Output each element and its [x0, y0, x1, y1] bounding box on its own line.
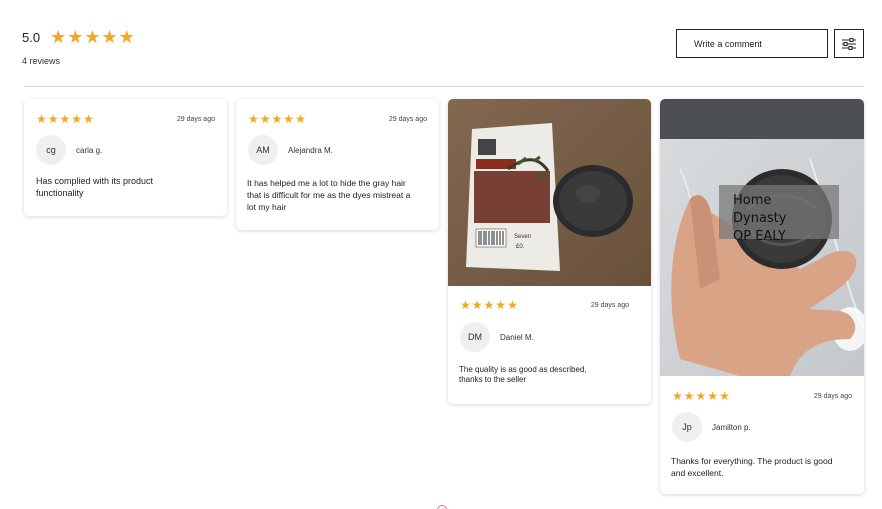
star-icon: ★	[67, 27, 84, 47]
rating-summary: 5.0 ★ ★ ★ ★ ★ 4 reviews	[22, 28, 136, 66]
review-stars: ★ ★ ★ ★ ★	[672, 390, 731, 402]
star-icon: ★	[248, 112, 259, 126]
average-rating: 5.0	[22, 29, 41, 45]
review-card[interactable]: Home Dynasty OP EALY ★ ★ ★ ★ ★ 29 days ago J…	[660, 99, 864, 494]
avatar: Jp	[672, 412, 702, 442]
write-comment-button[interactable]: Write a comment	[676, 29, 828, 58]
star-icon: ★	[471, 298, 483, 312]
star-icon: ★	[83, 112, 94, 126]
star-icon: ★	[50, 27, 67, 47]
review-stars: ★ ★ ★ ★ ★	[36, 113, 95, 125]
reviewer-name: Alejandra M.	[288, 145, 333, 155]
star-icon: ★	[47, 112, 59, 126]
reviewer: AM Alejandra M.	[248, 135, 333, 165]
star-icon: ★	[483, 298, 495, 312]
review-photo[interactable]: Home Dynasty OP EALY	[660, 99, 864, 376]
reviewer-name: Jamilton p.	[712, 422, 751, 432]
star-icon: ★	[719, 389, 730, 403]
review-stars: ★ ★ ★ ★ ★	[248, 113, 307, 125]
review-card[interactable]: Seven £0. ★ ★ ★ ★ ★ 29 days ago DM Daniel M.…	[448, 99, 651, 404]
reviewer-name: carla g.	[76, 145, 103, 155]
review-text: It has helped me a lot to hide the gray …	[247, 178, 411, 212]
star-icon: ★	[71, 112, 83, 126]
review-card[interactable]: ★ ★ ★ ★ ★ 29 days ago cg carla g. Has compli…	[24, 99, 227, 216]
review-date: 29 days ago	[176, 115, 215, 123]
divider	[24, 86, 864, 87]
review-text: Has complied with its product functional…	[36, 176, 154, 198]
star-icon: ★	[59, 112, 71, 126]
review-text: Thanks for everything. The product is go…	[671, 456, 833, 478]
star-icon: ★	[460, 298, 471, 312]
avatar: DM	[460, 322, 490, 352]
star-icon: ★	[295, 112, 306, 126]
star-icon: ★	[101, 27, 118, 47]
star-icon: ★	[695, 389, 707, 403]
star-icon: ★	[271, 112, 283, 126]
star-icon: ★	[683, 389, 695, 403]
star-icon: ★	[672, 389, 683, 403]
reviews-count: 4 reviews	[22, 56, 61, 66]
avatar: AM	[248, 135, 278, 165]
review-date: 29 days ago	[813, 392, 852, 400]
review-card[interactable]: ★ ★ ★ ★ ★ 29 days ago AM Alejandra M. It has…	[236, 99, 439, 230]
overlay-line-1: Home Dynasty	[733, 193, 787, 226]
star-icon: ★	[84, 27, 101, 47]
star-icon: ★	[707, 389, 719, 403]
star-icon: ★	[259, 112, 271, 126]
box-label-2: £0.	[516, 244, 525, 250]
review-date: 29 days ago	[590, 301, 629, 309]
sliders-icon	[842, 37, 856, 50]
star-icon: ★	[507, 298, 518, 312]
star-icon: ★	[495, 298, 507, 312]
photo-text-overlay: Home Dynasty OP EALY	[719, 185, 839, 244]
loading-spinner	[437, 505, 447, 509]
review-date: 29 days ago	[388, 115, 427, 123]
reviewer: Jp Jamilton p.	[672, 412, 751, 442]
review-photo[interactable]: Seven £0.	[448, 99, 651, 286]
review-stars: ★ ★ ★ ★ ★	[460, 299, 519, 311]
overlay-line-2: OP EALY	[733, 229, 786, 244]
star-icon: ★	[283, 112, 295, 126]
reviewer: cg carla g.	[36, 135, 102, 165]
reviewer-name: Daniel M.	[500, 332, 534, 342]
filter-button[interactable]	[834, 29, 864, 58]
reviewer: DM Daniel M.	[460, 322, 534, 352]
star-icon: ★	[118, 27, 135, 47]
average-stars: ★ ★ ★ ★ ★	[50, 28, 136, 46]
star-icon: ★	[36, 112, 47, 126]
box-label-1: Seven	[514, 234, 531, 240]
review-text: The quality is as good as described, tha…	[459, 365, 587, 384]
avatar: cg	[36, 135, 66, 165]
